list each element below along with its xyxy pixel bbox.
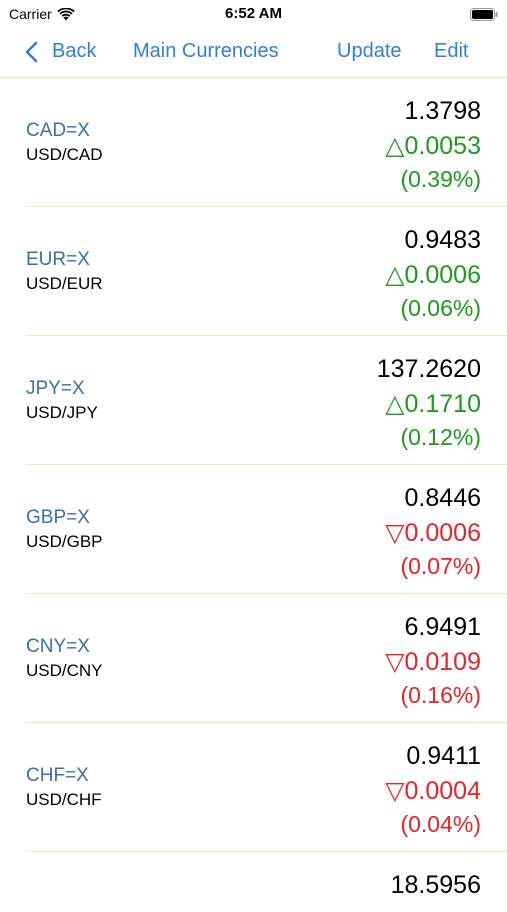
percent-change: (0.06%) [400, 295, 481, 321]
currency-symbol: JPY=X [26, 378, 85, 399]
navigation-bar: Back Main Currencies Update Edit [0, 30, 507, 78]
back-label: Back [52, 40, 97, 62]
currency-pair: USD/GBP [26, 532, 103, 551]
price: 0.9483 [404, 226, 481, 254]
currency-symbol: CHF=X [26, 765, 89, 786]
currency-row-cny[interactable]: CNY=X USD/CNY 6.9491 ▽0.0109 (0.16%) [26, 594, 507, 723]
percent-change: (0.07%) [400, 553, 481, 579]
price-change: △0.0006 [385, 261, 481, 289]
currency-row-chf[interactable]: CHF=X USD/CHF 0.9411 ▽0.0004 (0.04%) [26, 723, 507, 852]
edit-button[interactable]: Edit [434, 40, 468, 63]
status-bar: Carrier 6:52 AM [0, 0, 507, 30]
price: 137.2620 [376, 355, 481, 383]
price: 6.9491 [404, 613, 481, 641]
currency-pair: USD/CAD [26, 145, 103, 164]
currency-row-jpy[interactable]: JPY=X USD/JPY 137.2620 △0.1710 (0.12%) [26, 336, 507, 465]
price-change: △0.1710 [385, 390, 481, 418]
price: 0.9411 [406, 742, 481, 770]
currency-row-partial[interactable]: 18.5956 [26, 852, 507, 912]
currency-row-gbp[interactable]: GBP=X USD/GBP 0.8446 ▽0.0006 (0.07%) [26, 465, 507, 594]
clock: 6:52 AM [225, 5, 282, 22]
percent-change: (0.04%) [400, 811, 481, 837]
currency-symbol: GBP=X [26, 507, 90, 528]
battery-icon [470, 8, 498, 21]
currency-pair: USD/JPY [26, 403, 98, 422]
price: 1.3798 [404, 97, 481, 125]
currency-row-cad[interactable]: CAD=X USD/CAD 1.3798 △0.0053 (0.39%) [26, 78, 507, 207]
price-change: ▽0.0006 [385, 519, 481, 547]
percent-change: (0.12%) [400, 424, 481, 450]
currency-row-eur[interactable]: EUR=X USD/EUR 0.9483 △0.0006 (0.06%) [26, 207, 507, 336]
chevron-left-icon [25, 41, 38, 62]
update-button[interactable]: Update [337, 40, 402, 63]
price-change: ▽0.0004 [385, 777, 481, 805]
page-title[interactable]: Main Currencies [133, 40, 279, 63]
percent-change: (0.16%) [400, 682, 481, 708]
currency-symbol: EUR=X [26, 249, 90, 270]
price: 0.8446 [404, 484, 481, 512]
price-change: ▽0.0109 [385, 648, 481, 676]
currency-symbol: CAD=X [26, 120, 90, 141]
currency-symbol: CNY=X [26, 636, 90, 657]
currency-pair: USD/EUR [26, 274, 103, 293]
currency-pair: USD/CHF [26, 790, 102, 809]
currency-list: CAD=X USD/CAD 1.3798 △0.0053 (0.39%) EUR… [0, 78, 507, 912]
price-change: △0.0053 [385, 132, 481, 160]
price: 18.5956 [390, 871, 481, 899]
percent-change: (0.39%) [400, 166, 481, 192]
back-button[interactable]: Back [24, 40, 96, 63]
currency-pair: USD/CNY [26, 661, 103, 680]
